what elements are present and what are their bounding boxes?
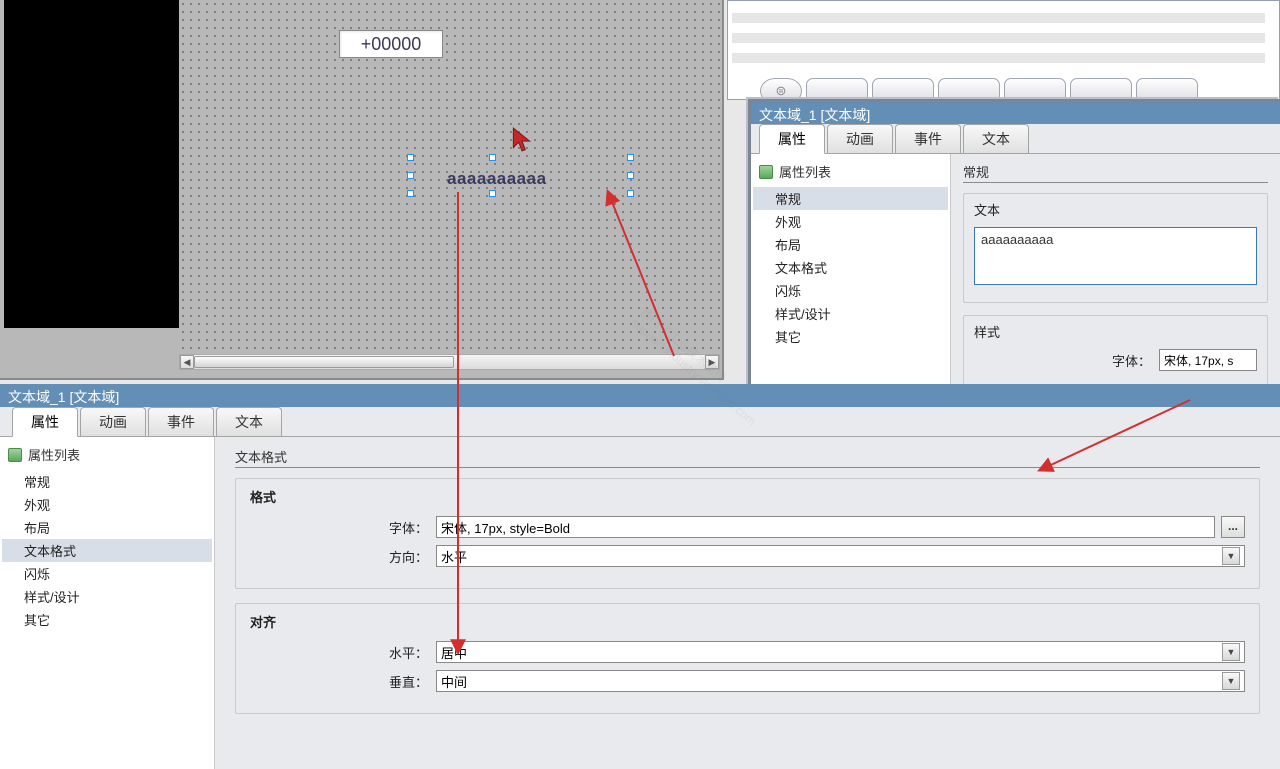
orientation-select[interactable]: 水平▼ [436,545,1245,567]
panel-tab-bar: 属性 动画 事件 文本 [0,407,1280,437]
category-item-appearance[interactable]: 外观 [2,493,212,516]
category-item-layout[interactable]: 布局 [2,516,212,539]
tab-text[interactable]: 文本 [216,407,282,437]
category-item-general[interactable]: 常规 [753,187,948,210]
selection-handle[interactable] [627,154,634,161]
category-item-text-format[interactable]: 文本格式 [753,256,948,279]
screen-border-black [4,0,179,328]
scroll-left-button[interactable]: ◀ [180,355,194,369]
placeholder-lines [732,13,1265,73]
tab-event[interactable]: 事件 [895,124,961,154]
list-icon [8,448,22,462]
category-item-style-design[interactable]: 样式/设计 [753,302,948,325]
io-field-value: +00000 [361,34,422,55]
selection-handle[interactable] [627,172,634,179]
style-group: 样式 字体： 宋体, 17px, s [963,315,1268,390]
vertical-align-select[interactable]: 中间▼ [436,670,1245,692]
text-field-object[interactable]: aaaaaaaaaa [447,169,547,189]
panel-title: 文本域_1 [文本域] [751,102,1280,124]
text-group: 文本 [963,193,1268,303]
tab-properties[interactable]: 属性 [12,407,78,437]
group-title-text: 文本 [974,200,1257,219]
dropdown-arrow-icon: ▼ [1222,672,1240,690]
font-label: 字体： [974,351,1151,370]
font-browse-button[interactable]: ... [1221,516,1245,538]
property-list-header: 属性列表 [2,443,212,470]
alignment-group: 对齐 水平： 居中▼ 垂直： 中间▼ [235,603,1260,714]
tab-event[interactable]: 事件 [148,407,214,437]
selection-handle[interactable] [627,190,634,197]
orientation-label: 方向： [250,547,430,566]
scroll-thumb[interactable] [194,356,454,368]
section-header: 常规 [963,162,1268,183]
category-item-text-format[interactable]: 文本格式 [2,539,212,562]
scroll-right-button[interactable]: ▶ [705,355,719,369]
group-title-format: 格式 [250,487,1245,506]
section-header: 文本格式 [235,447,1260,468]
horizontal-align-select[interactable]: 居中▼ [436,641,1245,663]
dropdown-arrow-icon: ▼ [1222,643,1240,661]
tab-animation[interactable]: 动画 [80,407,146,437]
selection-handle[interactable] [489,154,496,161]
tab-animation[interactable]: 动画 [827,124,893,154]
group-title-align: 对齐 [250,612,1245,631]
category-item-flash[interactable]: 闪烁 [753,279,948,302]
horizontal-align-label: 水平： [250,643,430,662]
list-icon [759,165,773,179]
tab-properties[interactable]: 属性 [759,124,825,154]
category-item-misc[interactable]: 其它 [753,325,948,348]
properties-panel-main: 文本域_1 [文本域] 属性 动画 事件 文本 属性列表 常规 外观 布局 文本… [0,384,1280,769]
property-list-header: 属性列表 [753,160,948,187]
selection-handle[interactable] [407,154,414,161]
property-category-list: 属性列表 常规 外观 布局 文本格式 闪烁 样式/设计 其它 [0,437,215,769]
text-content-input[interactable] [974,227,1257,285]
format-group: 格式 字体： 宋体, 17px, style=Bold ... 方向： 水平▼ [235,478,1260,589]
selection-handle[interactable] [407,172,414,179]
io-field-object[interactable]: +00000 [339,30,443,58]
category-item-general[interactable]: 常规 [2,470,212,493]
vertical-align-label: 垂直： [250,672,430,691]
tab-text[interactable]: 文本 [963,124,1029,154]
font-label: 字体： [250,518,430,537]
selection-handle[interactable] [489,190,496,197]
panel-tab-bar: 属性 动画 事件 文本 [751,124,1280,154]
font-display-field[interactable]: 宋体, 17px, style=Bold [436,516,1215,538]
font-select[interactable]: 宋体, 17px, s [1159,349,1257,371]
selection-handle[interactable] [407,190,414,197]
horizontal-scrollbar[interactable]: ◀ ▶ [179,354,720,370]
screen-editor-pane: +00000 aaaaaaaaaa ◀ ▶ [0,0,724,380]
category-item-flash[interactable]: 闪烁 [2,562,212,585]
category-item-style-design[interactable]: 样式/设计 [2,585,212,608]
category-item-misc[interactable]: 其它 [2,608,212,631]
screen-canvas[interactable]: +00000 aaaaaaaaaa [179,0,722,354]
panel-title: 文本域_1 [文本域] [0,384,1280,407]
category-item-appearance[interactable]: 外观 [753,210,948,233]
group-title-style: 样式 [974,322,1257,341]
category-item-layout[interactable]: 布局 [753,233,948,256]
dropdown-arrow-icon: ▼ [1222,547,1240,565]
